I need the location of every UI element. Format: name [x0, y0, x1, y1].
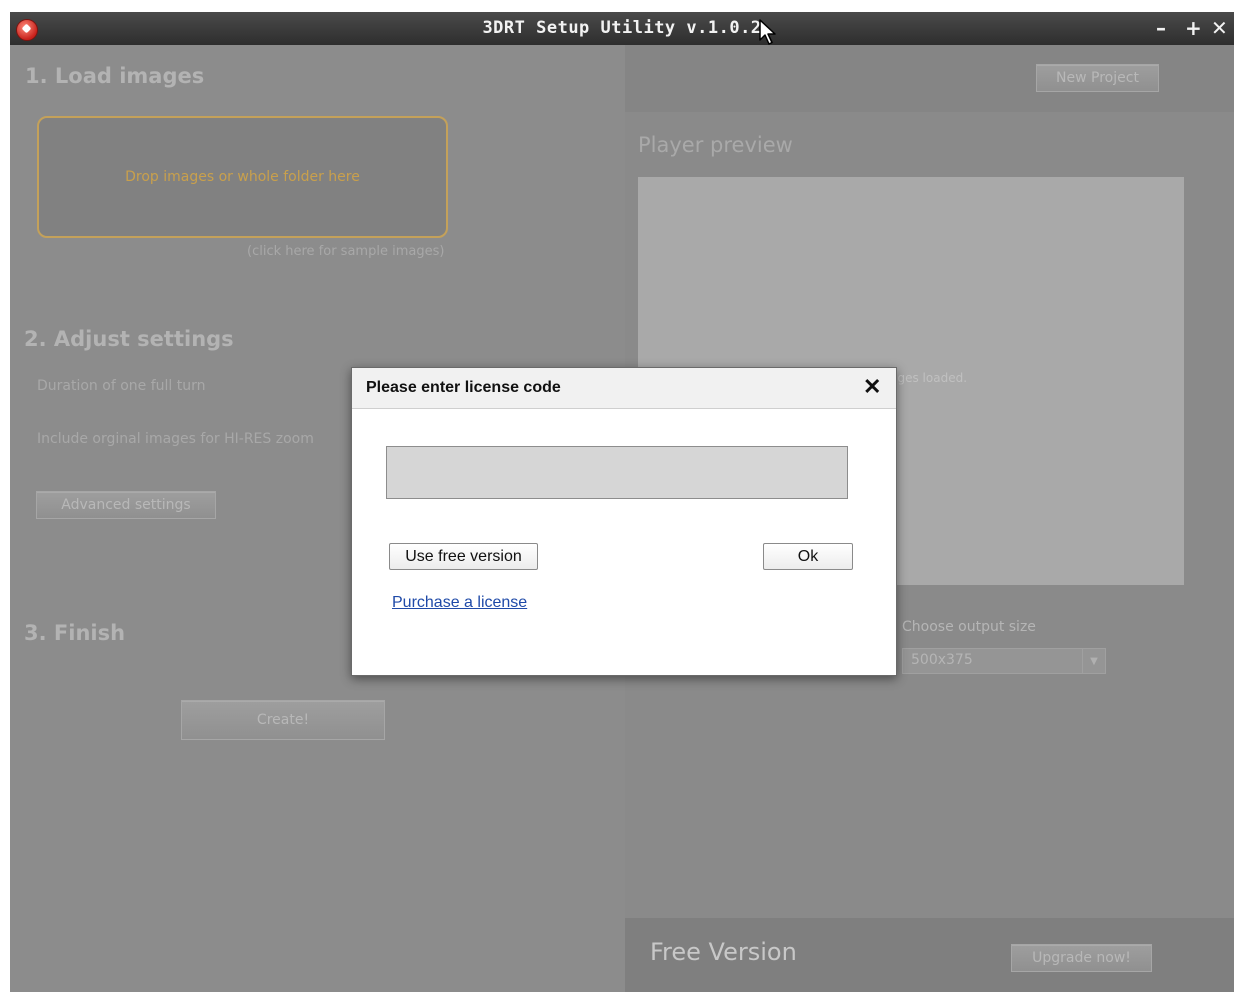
create-button-label: Create!: [256, 712, 310, 728]
sample-images-link[interactable]: (click here for sample images): [247, 244, 444, 259]
use-free-version-label: Use free version: [405, 547, 522, 565]
section-finish-title: 3. Finish: [24, 621, 126, 645]
minimize-button[interactable]: –: [1156, 16, 1166, 40]
ok-button[interactable]: Ok: [763, 543, 853, 570]
upgrade-button[interactable]: Upgrade now!: [1011, 944, 1152, 972]
drop-zone-text: Drop images or whole folder here: [125, 169, 360, 185]
upgrade-bar: Free Version Upgrade now!: [625, 918, 1234, 992]
close-window-button[interactable]: ✕: [1211, 16, 1228, 40]
dialog-header: Please enter license code ✕: [352, 368, 896, 409]
advanced-settings-label: Advanced settings: [61, 497, 191, 513]
mouse-cursor-icon: [759, 19, 776, 45]
title-bar[interactable]: 3DRT Setup Utility v.1.0.2 – + ✕: [10, 12, 1234, 45]
output-size-value: 500x375: [911, 652, 973, 668]
section-adjust-settings-title: 2. Adjust settings: [24, 327, 234, 351]
dialog-title: Please enter license code: [366, 379, 561, 396]
player-preview-title: Player preview: [638, 133, 793, 157]
ok-button-label: Ok: [797, 547, 819, 565]
image-drop-zone[interactable]: Drop images or whole folder here: [37, 116, 448, 238]
advanced-settings-button[interactable]: Advanced settings: [36, 491, 216, 519]
duration-label: Duration of one full turn: [37, 378, 206, 394]
chevron-down-icon[interactable]: ▼: [1082, 649, 1105, 673]
include-hires-label: Include orginal images for HI-RES zoom: [37, 431, 314, 447]
right-toolbar: New Project: [625, 45, 1234, 112]
maximize-button[interactable]: +: [1185, 16, 1202, 40]
license-code-input[interactable]: [386, 446, 848, 499]
use-free-version-button[interactable]: Use free version: [389, 543, 538, 570]
new-project-button[interactable]: New Project: [1036, 64, 1159, 92]
output-size-label: Choose output size: [902, 619, 1036, 635]
section-load-images-title: 1. Load images: [25, 64, 205, 88]
create-button[interactable]: Create!: [181, 700, 385, 740]
close-icon[interactable]: ✕: [863, 375, 881, 399]
purchase-license-link[interactable]: Purchase a license: [392, 594, 527, 612]
license-dialog: Please enter license code ✕ Use free ver…: [351, 367, 897, 676]
new-project-label: New Project: [1056, 70, 1139, 86]
window-title: 3DRT Setup Utility v.1.0.2: [482, 18, 762, 38]
upgrade-button-label: Upgrade now!: [1032, 950, 1131, 966]
free-version-label: Free Version: [650, 938, 797, 966]
output-size-select[interactable]: 500x375 ▼: [902, 648, 1106, 674]
